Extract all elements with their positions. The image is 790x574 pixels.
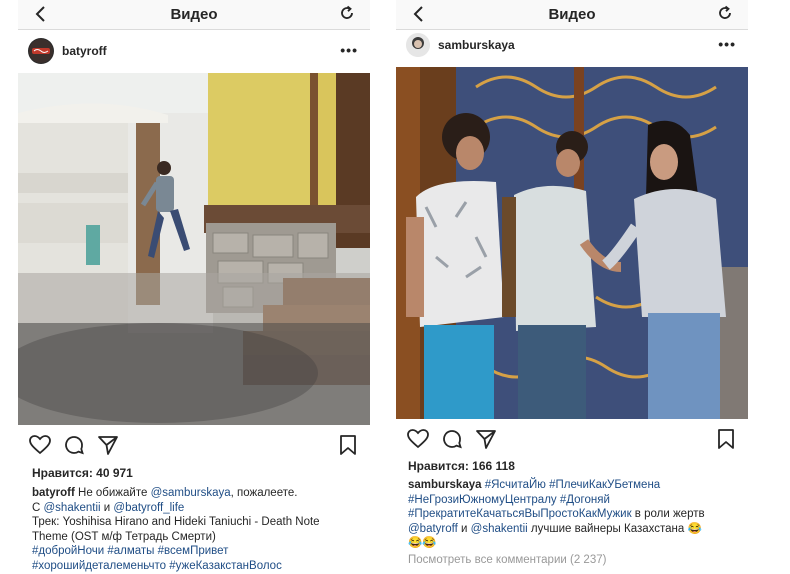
username[interactable]: batyroff <box>62 44 107 58</box>
refresh-icon[interactable] <box>716 4 734 22</box>
comment-icon[interactable] <box>62 433 86 457</box>
action-bar <box>18 433 370 459</box>
action-bar <box>396 427 748 453</box>
right-post-panel: Видео samburskaya ••• Нравится: 166 118 … <box>396 0 748 574</box>
caption-text: Не обижайте <box>74 487 151 499</box>
hashtags[interactable]: #добройНочи #алматы #всемПривет <box>32 544 320 559</box>
caption-text: и <box>457 522 471 535</box>
bookmark-icon[interactable] <box>336 433 360 457</box>
share-icon[interactable] <box>474 427 498 451</box>
hashtags[interactable]: #хорошийдеталеменьчто #ужеКазакстанВолос <box>32 559 320 574</box>
top-bar: Видео <box>18 0 370 30</box>
avatar[interactable] <box>406 33 430 57</box>
top-bar: Видео <box>396 0 748 30</box>
post-header: samburskaya ••• <box>396 32 748 60</box>
caption-text: С <box>32 501 44 514</box>
mention-link[interactable]: @batyroff_life <box>113 502 184 514</box>
post-header: batyroff ••• <box>18 36 370 68</box>
caption: samburskaya #ЯсчитаЙю #ПлечиКакУБетмена … <box>408 478 705 567</box>
video-frame[interactable] <box>396 67 748 419</box>
more-options-icon[interactable]: ••• <box>340 42 358 58</box>
heart-icon[interactable] <box>28 433 52 457</box>
heart-icon[interactable] <box>406 427 430 451</box>
avatar[interactable] <box>28 38 54 64</box>
caption-text: в роли жертв <box>631 508 705 520</box>
share-icon[interactable] <box>96 433 120 457</box>
likes-count: Нравится: 166 118 <box>408 459 515 473</box>
caption-text: Трек: Yoshihisa Hirano and Hideki Taniuc… <box>32 516 320 528</box>
caption-username[interactable]: batyroff <box>32 487 75 499</box>
likes-count: Нравится: 40 971 <box>32 466 133 480</box>
video-illustration <box>18 73 370 425</box>
caption: batyroff Не обижайте @samburskaya, пожал… <box>32 486 320 573</box>
mention-link[interactable]: @shakentii <box>471 523 528 535</box>
video-illustration <box>396 67 748 419</box>
caption-text: и <box>100 501 114 514</box>
username[interactable]: samburskaya <box>438 38 515 52</box>
hashtags[interactable]: #ЯсчитаЙю #ПлечиКакУБетмена <box>482 479 660 491</box>
refresh-icon[interactable] <box>338 4 356 22</box>
mention-link[interactable]: @samburskaya <box>151 487 231 499</box>
caption-username[interactable]: samburskaya <box>408 479 482 491</box>
comment-icon[interactable] <box>440 427 464 451</box>
caption-text: лучшие вайнеры Казахстана 😂 <box>527 522 702 535</box>
hashtags[interactable]: #ПрекратитеКачатьсяВыПростоКакМужик <box>408 508 632 520</box>
page-title: Видео <box>170 6 218 23</box>
caption-text: Theme (OST м/ф Тетрадь Смерти) <box>32 530 216 543</box>
caption-emoji: 😂😂 <box>408 537 437 549</box>
view-all-comments-link[interactable]: Посмотреть все комментарии (2 237) <box>408 553 705 568</box>
mention-link[interactable]: @shakentii <box>44 502 101 514</box>
bookmark-icon[interactable] <box>714 427 738 451</box>
video-frame[interactable] <box>18 73 370 425</box>
hashtags[interactable]: #НеГрозиЮжномуЦентралу #Догоняй <box>408 493 705 508</box>
more-options-icon[interactable]: ••• <box>718 36 736 52</box>
mention-link[interactable]: @batyroff <box>408 523 458 535</box>
page-title: Видео <box>548 6 596 23</box>
left-post-panel: Видео batyroff ••• Нравится: 40 971 baty… <box>18 0 370 574</box>
caption-text: , пожалеете. <box>230 487 298 499</box>
